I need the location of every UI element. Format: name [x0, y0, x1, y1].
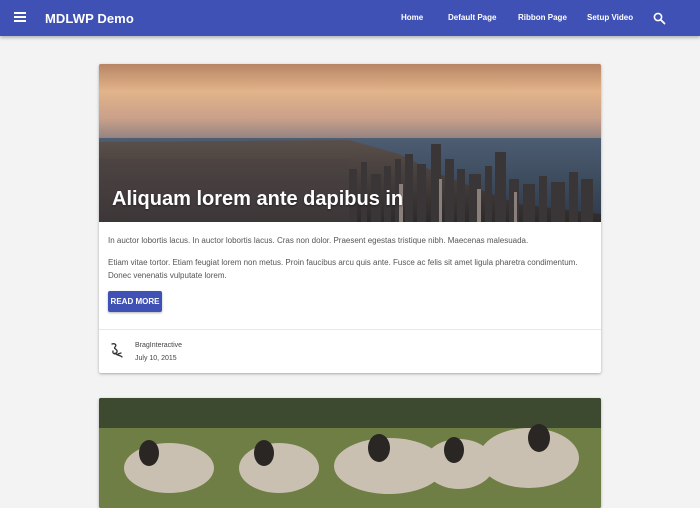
post-card: Aliquam lorem ante dapibus in In auctor … [99, 64, 601, 373]
post-card [99, 398, 601, 508]
nav-default-page[interactable]: Default Page [448, 13, 496, 22]
search-icon[interactable] [653, 12, 666, 25]
post-date: July 10, 2015 [135, 355, 177, 362]
city-skyline-photo[interactable]: Aliquam lorem ante dapibus in [99, 64, 601, 222]
read-more-button[interactable]: READ MORE [108, 291, 162, 312]
author-name[interactable]: BragInteractive [135, 342, 182, 349]
main-nav: Home Default Page Ribbon Page Setup Vide… [0, 13, 700, 25]
nav-setup-video[interactable]: Setup Video [587, 13, 633, 22]
nav-ribbon-page[interactable]: Ribbon Page [518, 13, 567, 22]
card-divider [99, 329, 601, 330]
author-logo-icon [109, 342, 125, 360]
post-title[interactable]: Aliquam lorem ante dapibus in [112, 188, 403, 211]
post-excerpt-paragraph: In auctor lobortis lacus. In auctor lobo… [108, 236, 529, 245]
sheep-flock-photo[interactable] [99, 398, 601, 508]
nav-home[interactable]: Home [401, 13, 423, 22]
post-excerpt-paragraph: Etiam vitae tortor. Etiam feugiat lorem … [108, 258, 578, 280]
top-app-bar: MDLWP Demo Home Default Page Ribbon Page… [0, 0, 700, 36]
